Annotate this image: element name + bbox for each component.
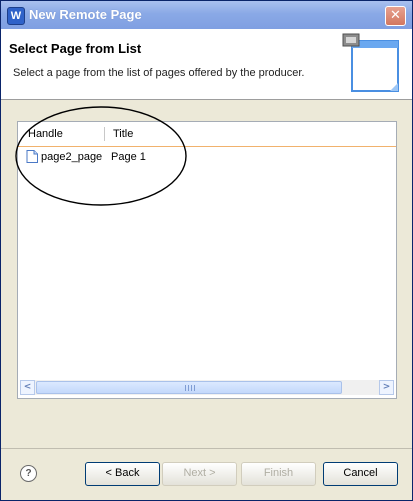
window-title: New Remote Page xyxy=(29,7,142,22)
help-icon[interactable]: ? xyxy=(20,465,37,482)
finish-button: Finish xyxy=(241,462,316,486)
page-description: Select a page from the list of pages off… xyxy=(13,67,305,79)
wizard-banner: Select Page from List Select a page from… xyxy=(1,29,412,100)
close-button[interactable]: ✕ xyxy=(385,6,406,26)
column-header-title[interactable]: Title xyxy=(113,128,133,140)
wizard-app-icon: W xyxy=(7,7,25,25)
column-header-handle[interactable]: Handle xyxy=(28,128,63,140)
scroll-thumb[interactable] xyxy=(36,381,342,394)
title-bar[interactable]: W New Remote Page ✕ xyxy=(1,1,412,29)
column-separator[interactable] xyxy=(104,127,105,141)
wizard-banner-icon xyxy=(342,33,399,92)
table-row[interactable]: page2_page Page 1 xyxy=(18,148,396,166)
cancel-button[interactable]: Cancel xyxy=(323,462,398,486)
scroll-thumb-grip xyxy=(185,385,195,391)
scroll-left-button[interactable]: < xyxy=(20,380,35,395)
back-button[interactable]: < Back xyxy=(85,462,160,486)
wizard-window: W New Remote Page ✕ Select Page from Lis… xyxy=(0,0,413,501)
page-file-icon xyxy=(26,150,38,163)
scroll-right-button[interactable]: > xyxy=(379,380,394,395)
row-handle-cell: page2_page xyxy=(41,151,103,163)
row-title-cell: Page 1 xyxy=(111,151,146,163)
horizontal-scrollbar[interactable]: < > xyxy=(20,380,394,395)
page-title: Select Page from List xyxy=(9,41,142,56)
page-list-table[interactable]: Handle Title page2_page Page 1 < > xyxy=(17,121,397,399)
table-header: Handle Title xyxy=(18,122,396,147)
next-button: Next > xyxy=(162,462,237,486)
footer-divider xyxy=(1,448,412,449)
